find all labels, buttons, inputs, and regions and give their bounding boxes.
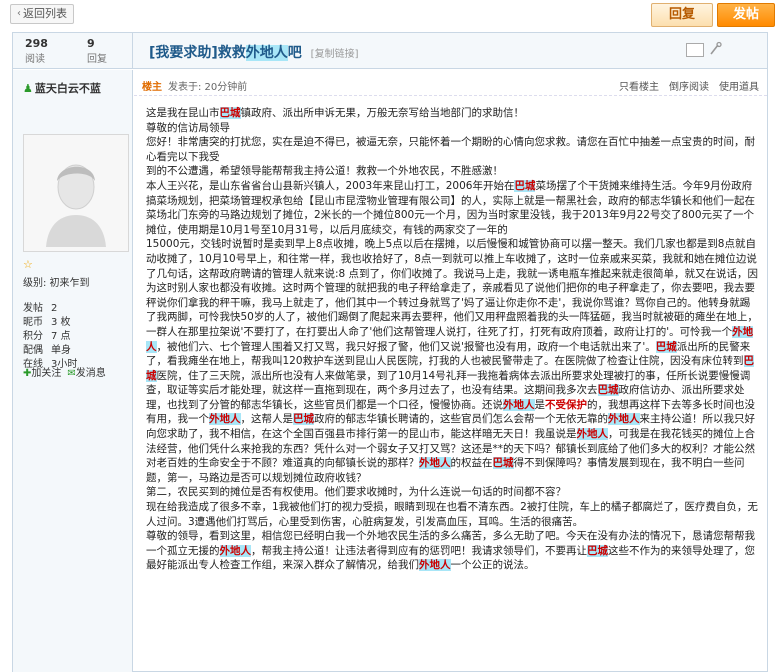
user-stat-row: 昵币 3 枚 <box>23 316 77 330</box>
new-post-button[interactable]: 发帖 <box>717 3 775 27</box>
body-text: 一个公正的说法。 <box>450 559 535 572</box>
title-prefix: [我要求助]救救 <box>149 45 246 61</box>
thread-title[interactable]: [我要求助]救救外地人吧 [复制链接] <box>149 42 358 62</box>
body-text: 15000元，交钱时说暂时是卖到早上8点收摊，晚上5点以后在摆摊，以后慢慢和城管… <box>146 238 759 338</box>
add-friend-label: 加关注 <box>31 368 62 379</box>
stat-key: 发帖 <box>23 303 43 314</box>
stat-key: 积分 <box>23 331 43 342</box>
highlight-text: 巴城 <box>514 179 536 192</box>
author-name-text: 蓝天白云不蓝 <box>34 82 101 95</box>
highlight-text: 巴城 <box>587 544 608 557</box>
replies-stat: 9 回复 <box>87 37 107 65</box>
post-paragraph: 本人王兴花，是山东省省台山县新兴镇人，2003年来昆山打工，2006年开始在巴城… <box>146 179 760 237</box>
user-stat-row: 发帖 2 <box>23 302 77 316</box>
body-text: 现在给我造成了很多不幸，1我被他们打的视力受损，眼睛到现在也看不清东西。2被打住… <box>146 501 758 528</box>
highlight-text: 巴城 <box>219 107 241 119</box>
body-text: 这是我在昆山市 <box>146 107 220 119</box>
views-stat: 298 阅读 <box>25 37 48 65</box>
highlight-text: 外地人 <box>576 428 608 441</box>
highlight-text: 外地人 <box>209 413 241 426</box>
user-level: 级别: 初来乍到 <box>23 278 90 289</box>
post-paragraph: 第二，农民买到的摊位是否有权使用。他们要求收摊时，为什么连说一句话的时间都不容？ <box>146 485 760 500</box>
author-sidebar: ♟ 蓝天白云不蓝 ☆ 级别: 初来乍到 发帖 2 昵币 3 枚 积分 7 点 配偶 单身 … <box>13 70 133 672</box>
body-text: ，帮我主持公道！让违法者得到应有的惩罚吧！我请求领导们，不要再让 <box>251 544 587 557</box>
title-suffix: 吧 <box>287 45 302 61</box>
highlight-text: 巴城 <box>655 340 677 353</box>
send-message-button[interactable]: ✉发消息 <box>67 364 105 379</box>
post-actions: 只看楼主 倒序阅读 使用道具 <box>619 78 759 93</box>
highlight-text: 巴城 <box>293 413 314 426</box>
stat-value: 2 <box>51 303 58 314</box>
select-checkbox[interactable] <box>686 43 704 57</box>
stat-value: 3 枚 <box>51 317 71 328</box>
only-host-link[interactable]: 只看楼主 <box>619 78 659 93</box>
host-badge: 楼主 <box>142 82 162 93</box>
highlight-text: 巴城 <box>597 384 619 397</box>
back-label: 返回列表 <box>23 7 67 20</box>
thread-header: 298 阅读 9 回复 [我要求助]救救外地人吧 [复制链接] <box>13 33 767 69</box>
post-paragraph: 尊敬的领导，看到这里，相信您已经明白我一个外地农民生活的多么痛苦，多么无助了吧。… <box>146 529 760 573</box>
views-count: 298 <box>25 37 48 50</box>
body-text: ，被他们六、七个管理人围着又打又骂，我只好报了警，他们又说'报警也没有用，政府一… <box>156 340 656 353</box>
post-time: 发表于: 20分钟前 <box>168 82 248 93</box>
reply-button[interactable]: 回复 <box>651 3 713 27</box>
highlight-text: 外地人 <box>419 457 451 470</box>
body-text: 镇政府、派出所申诉无果，万般无奈写给当地部门的求助信！ <box>240 107 525 119</box>
copy-link-button[interactable]: [复制链接] <box>311 49 359 60</box>
stat-key: 配偶 <box>23 345 43 356</box>
post-content: 楼主 发表于: 20分钟前 只看楼主 倒序阅读 使用道具 这是我在昆山市巴城镇政… <box>134 70 767 672</box>
author-name[interactable]: ♟ 蓝天白云不蓝 <box>23 80 101 96</box>
user-icon: ♟ <box>23 82 33 95</box>
reverse-order-link[interactable]: 倒序阅读 <box>669 78 709 93</box>
body-text: 政府的郁志华镇长聘请的，这些官员们怎么会帮一个无依无靠的 <box>314 413 608 426</box>
thread-stats: 298 阅读 9 回复 <box>13 33 133 69</box>
body-text: 到的不公遭遇，希望领导能帮帮我主持公道！救救一个外地农民，不胜感激！ <box>146 165 503 178</box>
highlight-text: 巴城 <box>492 457 514 470</box>
wrench-icon[interactable] <box>708 41 722 57</box>
avatar[interactable] <box>23 134 129 252</box>
highlight-text: 外地人 <box>219 544 251 557</box>
thread-frame: 298 阅读 9 回复 [我要求助]救救外地人吧 [复制链接] ♟蓝天白云不蓝 <box>12 32 768 672</box>
body-text: 尊敬的信访局领导 <box>146 121 230 134</box>
top-bar: ‹ 返回列表 回复 发帖 <box>0 0 780 30</box>
message-icon: ✉ <box>67 368 76 379</box>
stat-key: 昵币 <box>23 317 43 328</box>
add-friend-button[interactable]: ✚加关注 <box>23 364 61 379</box>
body-text: 是 <box>534 398 546 411</box>
post-paragraph: 您好！非常唐突的打扰您，实在是迫不得已，被逼无奈，只能怀着一个期盼的心情向您求救… <box>146 135 760 164</box>
title-highlight: 外地人 <box>245 45 288 61</box>
views-label: 阅读 <box>25 54 45 65</box>
use-item-link[interactable]: 使用道具 <box>719 78 759 93</box>
post-paragraph: 到的不公遭遇，希望领导能帮帮我主持公道！救救一个外地农民，不胜感激！ <box>146 164 760 179</box>
body-text: ，这帮人是 <box>240 413 294 426</box>
user-actions: ✚加关注 ✉发消息 <box>23 364 106 379</box>
send-message-label: 发消息 <box>75 368 106 379</box>
post-meta: 楼主 发表于: 20分钟前 只看楼主 倒序阅读 使用道具 <box>134 70 767 96</box>
back-arrow-icon: ‹ <box>17 8 21 19</box>
post-paragraph: 尊敬的信访局领导 <box>146 121 760 136</box>
body-text: 本人王兴花，是山东省省台山县新兴镇人，2003年来昆山打工，2006年开始在 <box>146 179 515 192</box>
replies-count: 9 <box>87 37 95 50</box>
highlight-text: 不受保护 <box>545 398 587 411</box>
back-to-list-button[interactable]: ‹ 返回列表 <box>10 4 74 24</box>
post-paragraph: 15000元，交钱时说暂时是卖到早上8点收摊，晚上5点以后在摆摊，以后慢慢和城管… <box>146 237 760 485</box>
user-stat-row: 积分 7 点 <box>23 330 77 344</box>
highlight-text: 外地人 <box>503 398 535 411</box>
rank-star-icon: ☆ <box>23 258 33 271</box>
replies-label: 回复 <box>87 54 107 65</box>
user-stats: 发帖 2 昵币 3 枚 积分 7 点 配偶 单身 在线 3小时 <box>23 302 77 372</box>
post-paragraph: 现在给我造成了很多不幸，1我被他们打的视力受损，眼睛到现在也看不清东西。2被打住… <box>146 500 760 529</box>
body-text: 的权益在 <box>450 457 493 470</box>
post-body: 这是我在昆山市巴城镇政府、派出所申诉无果，万般无奈写给当地部门的求助信！ 尊敬的信… <box>146 106 760 573</box>
body-text: 第二，农民买到的摊位是否有权使用。他们要求收摊时，为什么连说一句话的时间都不容？ <box>146 486 566 499</box>
highlight-text: 外地人 <box>419 559 451 572</box>
user-stat-row: 配偶 单身 <box>23 344 77 358</box>
body-text: 您好！非常唐突的打扰您，实在是迫不得已，被逼无奈，只能怀着一个期盼的心情向您求救… <box>146 136 755 163</box>
stat-value: 7 点 <box>51 331 71 342</box>
post-paragraph: 这是我在昆山市巴城镇政府、派出所申诉无果，万般无奈写给当地部门的求助信！ <box>146 106 760 121</box>
highlight-text: 外地人 <box>608 413 640 426</box>
stat-value: 单身 <box>51 345 71 356</box>
